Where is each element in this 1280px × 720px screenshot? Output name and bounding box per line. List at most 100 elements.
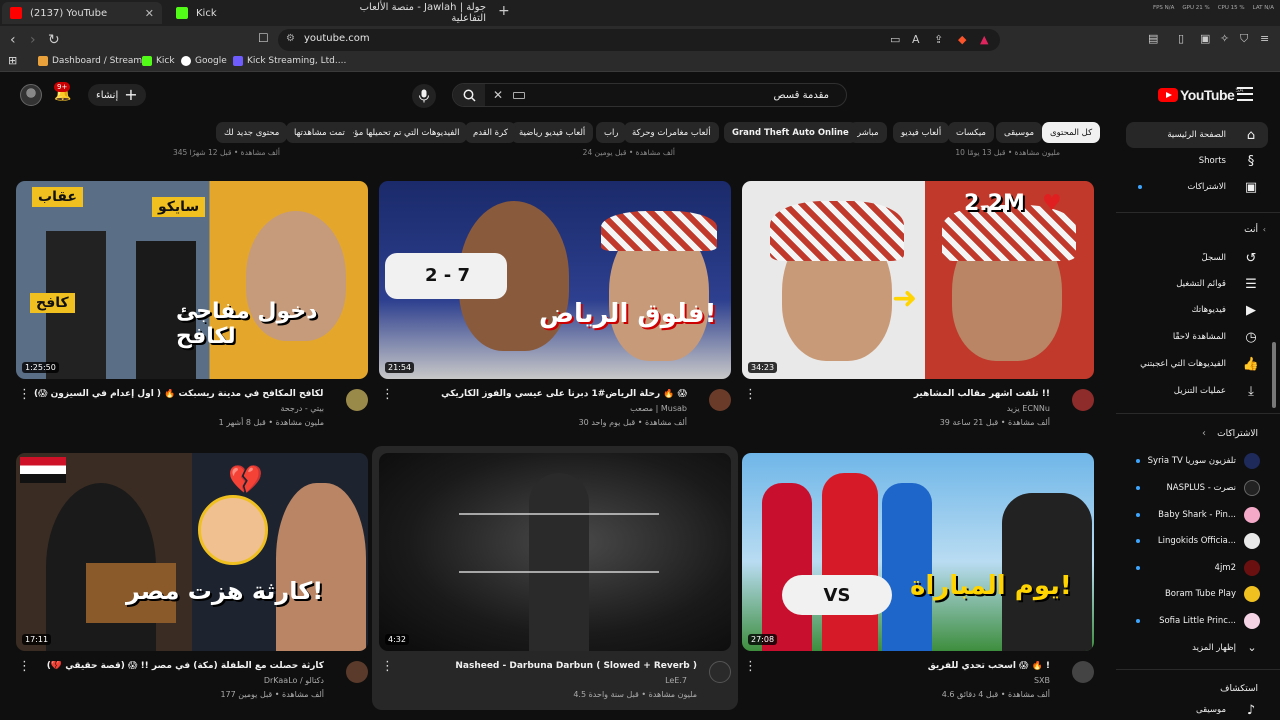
tab-kick[interactable]: Kick bbox=[168, 2, 328, 24]
channel-name[interactable]: بيتي - درجحة bbox=[280, 404, 324, 413]
url-text[interactable]: youtube.com bbox=[304, 33, 370, 44]
more-actions-icon[interactable]: ⋮ bbox=[18, 387, 31, 402]
subscription-item[interactable]: Boram Tube Play bbox=[1126, 583, 1268, 605]
show-more-button[interactable]: إظهار المزيد ⌄ bbox=[1126, 637, 1268, 659]
video-title[interactable]: رحلة الرياض#1 دبرنا على عيسي والفوز الكا… bbox=[397, 389, 687, 399]
subscription-item[interactable]: 4jm2 bbox=[1126, 557, 1268, 579]
more-actions-icon[interactable]: ⋮ bbox=[744, 659, 757, 674]
apps-grid-icon[interactable]: ⊞ bbox=[8, 54, 17, 67]
bookmark-kick-streaming[interactable]: Kick Streaming, Ltd.... bbox=[233, 56, 346, 66]
tab-manager-icon[interactable]: ▤ bbox=[1148, 32, 1158, 45]
bookmark-dashboard[interactable]: Dashboard / Stream... bbox=[38, 56, 151, 66]
channel-avatar[interactable] bbox=[709, 661, 731, 683]
bookmark-kick[interactable]: Kick bbox=[142, 56, 175, 66]
channel-avatar[interactable] bbox=[1072, 661, 1094, 683]
channel-avatar[interactable] bbox=[1072, 389, 1094, 411]
rewards-icon[interactable]: ▲ bbox=[980, 33, 988, 46]
video-thumbnail[interactable]: 💔 كارثة هزت مصر! 17:11 bbox=[16, 453, 368, 651]
you-section-header[interactable]: أنت bbox=[1244, 225, 1258, 235]
chip-all[interactable]: كل المحتوى bbox=[1042, 122, 1101, 143]
channel-name[interactable]: SXB bbox=[1034, 676, 1050, 685]
youtube-logo[interactable]: YouTube SA bbox=[1158, 87, 1243, 103]
subscriptions-section-header[interactable]: الاشتراكات bbox=[1217, 429, 1258, 439]
create-button[interactable]: إنشاء + bbox=[88, 84, 146, 106]
sidebar-item-downloads[interactable]: عمليات التنزيل ⤓ bbox=[1126, 378, 1268, 404]
subscription-item[interactable]: Syria TV تلفزيون سوريا bbox=[1126, 450, 1268, 472]
chip-mixes[interactable]: ميكسات bbox=[948, 122, 994, 143]
translate-icon[interactable]: A bbox=[912, 33, 920, 46]
sidebar-item-subscriptions[interactable]: الاشتراكات ▣ bbox=[1126, 174, 1268, 200]
video-card[interactable]: عقاب سايكو كافح دخول مفاجئ لكافح 1:25:50… bbox=[16, 181, 368, 431]
ai-icon[interactable]: ✧ bbox=[1220, 32, 1229, 45]
sidebar-item-home[interactable]: الصفحة الرئيسية ⌂ bbox=[1126, 122, 1268, 148]
video-title[interactable]: دخول مفاجئ لكافح المكافح في مدينة ريسبكت… bbox=[34, 389, 324, 399]
sidebar-item-watch-later[interactable]: المشاهدة لاحقًا ◷ bbox=[1126, 324, 1268, 350]
sidebar-item-history[interactable]: السجلّ ↺ bbox=[1126, 245, 1268, 271]
video-thumbnail[interactable]: 2.2M ♥ ➜ 34:23 bbox=[742, 181, 1094, 379]
video-thumbnail[interactable]: VS يوم المباراة! 27:08 bbox=[742, 453, 1094, 651]
channel-name[interactable]: يزيد ECNNu bbox=[1007, 404, 1050, 413]
chip-rap[interactable]: راب bbox=[596, 122, 627, 143]
channel-avatar[interactable] bbox=[709, 389, 731, 411]
brave-shield-icon[interactable]: ◆ bbox=[958, 33, 966, 46]
site-info-icon[interactable]: ⚙ bbox=[286, 33, 295, 44]
video-thumbnail[interactable]: 2 - 7 فلوق الرياض! 21:54 bbox=[379, 181, 731, 379]
subscription-item[interactable]: NASPLUS - نصرت bbox=[1126, 477, 1268, 499]
channel-name[interactable]: مصعب | Musab bbox=[630, 404, 687, 413]
video-thumbnail[interactable]: عقاب سايكو كافح دخول مفاجئ لكافح 1:25:50 bbox=[16, 181, 368, 379]
video-card[interactable]: 2 - 7 فلوق الرياض! 21:54 ⋮ رحلة الرياض#1… bbox=[379, 181, 731, 431]
wallet-icon[interactable]: ▣ bbox=[1200, 32, 1210, 45]
more-actions-icon[interactable]: ⋮ bbox=[381, 387, 394, 402]
sidebar-item-liked[interactable]: الفيديوهات التي أعجبتني 👍 bbox=[1126, 351, 1268, 377]
share-icon[interactable]: ⇪ bbox=[934, 33, 943, 46]
sidebar-item-playlists[interactable]: قوائم التشغيل ☰ bbox=[1126, 271, 1268, 297]
chip-watched[interactable]: تمت مشاهدتها bbox=[286, 122, 353, 143]
address-bar[interactable]: ⚙ youtube.com ▭ A ⇪ ◆ ▲ bbox=[278, 29, 1000, 51]
bookmark-icon[interactable]: ☐ bbox=[258, 31, 269, 45]
vpn-icon[interactable]: ⛉ bbox=[1240, 32, 1248, 46]
chip-recently-uploaded[interactable]: الفيديوهات التي تم تحميلها مؤخرًا bbox=[334, 122, 468, 143]
tab-youtube[interactable]: (2137) YouTube ✕ bbox=[2, 2, 162, 24]
cast-icon[interactable]: ▭ bbox=[890, 33, 900, 46]
tab-jawlah[interactable]: جولة | Jawlah - منصة الألعاب التفاعلية bbox=[334, 2, 494, 24]
video-title[interactable]: اسحب تحدي للفريق 😱 🔥 ! bbox=[760, 661, 1050, 671]
sidebar-item-shorts[interactable]: Shorts § bbox=[1126, 148, 1268, 174]
sidebar-item-your-videos[interactable]: فيديوهاتك ▶ bbox=[1126, 297, 1268, 323]
subscription-item[interactable]: Sofia Little Princ... bbox=[1126, 610, 1268, 632]
video-title[interactable]: كارثة حصلت مع الطفلة (مكة) في مصر !! 😱 (… bbox=[34, 661, 324, 671]
reload-icon[interactable]: ↻ bbox=[48, 32, 60, 48]
channel-name[interactable]: LeE.7 bbox=[665, 676, 687, 685]
video-card[interactable]: 4:32 ⋮ Nasheed - Darbuna Darbun ( Slowed… bbox=[372, 446, 738, 710]
chip-gta-online[interactable]: Grand Theft Auto Online bbox=[724, 122, 857, 143]
chip-sports-games[interactable]: ألعاب فيديو رياضية bbox=[511, 122, 594, 143]
channel-avatar[interactable] bbox=[346, 661, 368, 683]
video-card[interactable]: 💔 كارثة هزت مصر! 17:11 ⋮ كارثة حصلت مع ا… bbox=[16, 453, 368, 703]
more-actions-icon[interactable]: ⋮ bbox=[744, 387, 757, 402]
voice-search-button[interactable] bbox=[412, 84, 436, 108]
menu-icon[interactable]: ≡ bbox=[1260, 32, 1269, 45]
video-card[interactable]: VS يوم المباراة! 27:08 ⋮ اسحب تحدي للفري… bbox=[742, 453, 1094, 703]
channel-avatar[interactable] bbox=[346, 389, 368, 411]
more-actions-icon[interactable]: ⋮ bbox=[381, 659, 394, 674]
sidebar-icon[interactable]: ▯ bbox=[1178, 32, 1184, 45]
search-button[interactable] bbox=[453, 84, 485, 106]
chip-action-adventure[interactable]: ألعاب مغامرات وحركة bbox=[624, 122, 719, 143]
sidebar-item-music[interactable]: موسيقى ♪ bbox=[1126, 701, 1268, 719]
video-title[interactable]: تلفت اشهر مقالب المشاهير !! bbox=[760, 389, 1050, 399]
hamburger-menu-icon[interactable] bbox=[1237, 87, 1253, 101]
clear-search-icon[interactable]: ✕ bbox=[493, 88, 503, 102]
video-card[interactable]: 2.2M ♥ ➜ 34:23 ⋮ تلفت اشهر مقالب المشاهي… bbox=[742, 181, 1094, 431]
search-input[interactable] bbox=[509, 86, 829, 104]
video-thumbnail[interactable]: 4:32 bbox=[379, 453, 731, 651]
forward-icon[interactable]: › bbox=[30, 32, 36, 48]
chip-new-to-you[interactable]: محتوى جديد لك bbox=[216, 122, 288, 143]
channel-name[interactable]: DrKaaLo / دكتالو bbox=[264, 676, 324, 685]
video-title[interactable]: Nasheed - Darbuna Darbun ( Slowed + Reve… bbox=[407, 661, 697, 671]
bookmark-google[interactable]: Google bbox=[181, 56, 227, 66]
sidebar-scrollbar[interactable] bbox=[1272, 342, 1276, 408]
new-tab-icon[interactable]: + bbox=[498, 3, 510, 19]
more-actions-icon[interactable]: ⋮ bbox=[18, 659, 31, 674]
subscription-item[interactable]: Baby Shark - Pin... bbox=[1126, 504, 1268, 526]
close-icon[interactable]: ✕ bbox=[145, 7, 154, 20]
avatar[interactable] bbox=[20, 84, 42, 106]
